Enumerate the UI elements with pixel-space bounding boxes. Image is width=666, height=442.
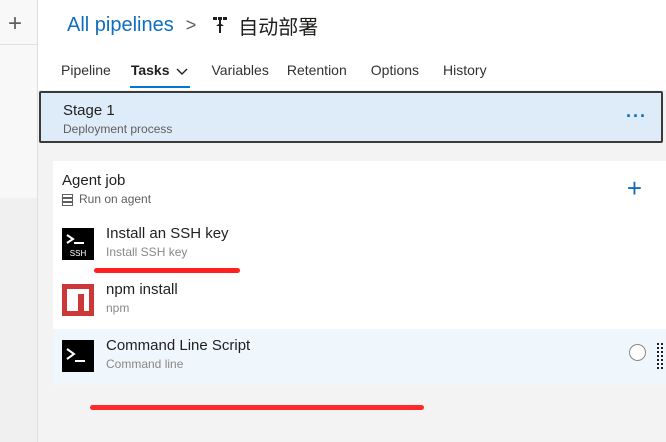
tab-label: Variables [211, 62, 269, 78]
task-row-npm-install[interactable]: npm install npm [53, 273, 666, 329]
task-row-install-ssh-key[interactable]: SSH Install an SSH key Install SSH key [53, 217, 666, 273]
server-icon [62, 193, 73, 206]
breadcrumb: All pipelines > 自动部署 [67, 10, 318, 40]
task-subtitle: Install SSH key [106, 245, 188, 259]
breadcrumb-all-pipelines[interactable]: All pipelines [67, 14, 174, 37]
ssh-badge-text: SSH [70, 249, 87, 258]
agent-job-card: Agent job Run on agent + SSH Install an … [53, 161, 666, 385]
agent-job-subtitle-row: Run on agent [62, 192, 151, 206]
task-name: npm install [106, 281, 178, 298]
left-rail: + [0, 0, 38, 442]
pipeline-title: 自动部署 [238, 16, 319, 39]
task-name: Install an SSH key [106, 225, 229, 242]
tab-label: Pipeline [61, 62, 111, 78]
chevron-down-icon [176, 57, 188, 85]
task-enable-radio[interactable] [629, 344, 646, 361]
tab-history[interactable]: History [443, 56, 487, 84]
task-name: Command Line Script [106, 337, 251, 354]
terminal-icon [62, 340, 94, 372]
stage-subtitle: Deployment process [63, 122, 173, 136]
add-icon[interactable]: + [4, 12, 26, 36]
tab-label: Options [370, 62, 420, 78]
main-area: All pipelines > 自动部署 Pipeline Tasks Vari… [38, 0, 666, 442]
tab-label: Tasks [130, 62, 170, 78]
annotation-underline-bottom [90, 405, 424, 410]
tab-tasks[interactable]: Tasks [129, 56, 190, 88]
ssh-terminal-icon: SSH [62, 228, 94, 260]
stage-name: Stage 1 [63, 102, 115, 119]
tab-variables[interactable]: Variables [212, 56, 269, 84]
tab-retention[interactable]: Retention [287, 56, 347, 84]
tab-options[interactable]: Options [371, 56, 419, 84]
agent-job-subtitle: Run on agent [79, 192, 152, 206]
npm-icon [62, 284, 94, 316]
stage-card[interactable]: Stage 1 Deployment process ··· [39, 91, 663, 143]
drag-handle-icon[interactable] [656, 342, 664, 370]
rail-divider [0, 44, 37, 45]
tab-bar: Pipeline Tasks Variables Retention Optio… [61, 56, 487, 90]
annotation-underline-ssh [94, 268, 240, 273]
more-options-icon[interactable]: ··· [626, 106, 647, 127]
add-task-icon[interactable]: + [627, 175, 642, 201]
tab-pipeline[interactable]: Pipeline [61, 56, 111, 84]
task-subtitle: Command line [106, 357, 184, 371]
tab-label: History [443, 62, 487, 78]
agent-job-title[interactable]: Agent job [62, 172, 125, 189]
task-subtitle: npm [106, 301, 130, 315]
page-header: All pipelines > 自动部署 Pipeline Tasks Vari… [38, 0, 666, 90]
task-row-command-line-script[interactable]: Command Line Script Command line [53, 329, 666, 385]
breadcrumb-separator: > [185, 14, 197, 35]
pipeline-icon [212, 16, 228, 34]
rail-lower-panel [0, 198, 37, 442]
tab-label: Retention [286, 62, 347, 78]
